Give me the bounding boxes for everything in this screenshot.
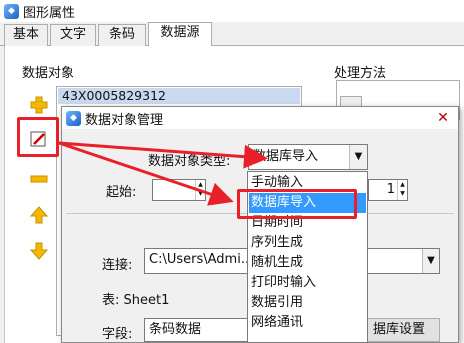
window-title: 图形属性 — [23, 5, 76, 21]
field-value: 条码数据 — [149, 322, 202, 337]
data-objects-label: 数据对象 — [22, 66, 75, 81]
app-icon: ◆ — [4, 3, 19, 19]
table-value: Sheet1 — [123, 293, 170, 308]
dropdown-option-sequence[interactable]: 序列生成 — [249, 233, 366, 253]
dropdown-option-random[interactable]: 随机生成 — [249, 253, 366, 273]
processing-method-label: 处理方法 — [334, 66, 387, 81]
connect-label: 连接: — [102, 258, 133, 273]
chevron-down-icon[interactable]: ▼ — [349, 145, 367, 169]
remove-icon — [30, 175, 48, 183]
dialog-title: 数据对象管理 — [85, 112, 164, 128]
close-icon: ✕ — [437, 110, 449, 126]
field-label: 字段: — [102, 327, 133, 342]
remove-button[interactable] — [28, 168, 50, 190]
type-select-value: 数据库导入 — [253, 149, 319, 164]
dropdown-option-print-input[interactable]: 打印时输入 — [249, 273, 366, 293]
start-label: 起始: — [106, 185, 137, 200]
list-item[interactable]: 43X0005829312 — [58, 88, 300, 104]
annotation-box-edit — [17, 117, 59, 157]
field-select[interactable]: 条码数据 — [144, 318, 250, 342]
tab-datasource[interactable]: 数据源 — [148, 22, 212, 47]
annotation-box-option — [237, 189, 357, 219]
tab-bar: 基本 文字 条码 数据源 — [0, 22, 464, 47]
close-button[interactable]: ✕ — [434, 109, 452, 127]
share-spinner[interactable]: 1 ▲ ▼ — [368, 179, 408, 201]
move-up-button[interactable] — [28, 204, 50, 226]
dialog-app-icon: ◆ — [66, 110, 81, 126]
type-label: 数据对象类型: — [148, 154, 231, 169]
move-up-icon — [30, 206, 48, 224]
window-titlebar: ◆ 图形属性 — [0, 0, 464, 22]
chevron-down-icon[interactable]: ▼ — [422, 249, 439, 273]
start-spinner[interactable]: ▲ ▼ — [152, 179, 206, 201]
spinner-arrows-icon[interactable]: ▲ ▼ — [195, 180, 205, 200]
dropdown-option-network[interactable]: 网络通讯 — [249, 313, 366, 333]
connection-value: C:\Users\Admi... — [149, 252, 254, 267]
spinner-arrows-icon[interactable]: ▲ ▼ — [397, 180, 407, 200]
add-button[interactable] — [28, 94, 50, 116]
move-down-icon — [30, 242, 48, 260]
add-icon — [30, 96, 48, 114]
dropdown-option-data-ref[interactable]: 数据引用 — [249, 293, 366, 313]
table-label: 表: Sheet1 — [102, 293, 170, 308]
tab-text[interactable]: 文字 — [50, 24, 96, 46]
type-select[interactable]: 数据库导入 ▼ — [248, 144, 368, 170]
db-settings-button[interactable]: 据库设置 — [358, 318, 440, 342]
share-value: 1 — [386, 182, 395, 197]
tab-basic[interactable]: 基本 — [4, 24, 48, 46]
dialog-titlebar: ◆ 数据对象管理 ✕ — [62, 107, 458, 129]
move-down-button[interactable] — [28, 240, 50, 262]
tab-barcode[interactable]: 条码 — [98, 24, 146, 46]
